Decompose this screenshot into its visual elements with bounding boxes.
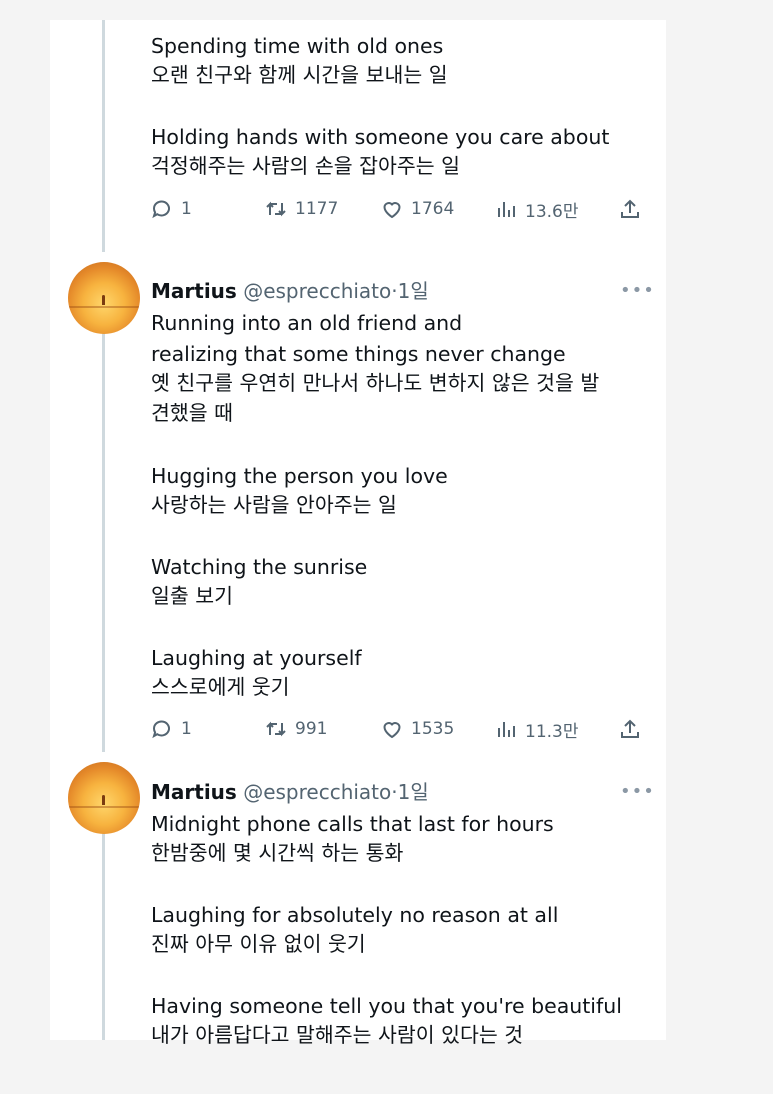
tweet-text-line: Midnight phone calls that last for hours xyxy=(151,812,554,836)
tweet-action-bar: 1 1177 1764 13.6만 xyxy=(50,194,666,224)
share-upload-icon xyxy=(621,719,639,738)
views-button[interactable]: 11.3만 xyxy=(494,714,579,744)
retweet-count: 991 xyxy=(295,719,328,739)
tweet-text-line: Laughing for absolutely no reason at all xyxy=(151,903,559,927)
retweet-button[interactable]: 1177 xyxy=(264,194,338,224)
tweet-text-line: 내가 아름답다고 말해주는 사람이 있다는 것 xyxy=(151,1023,524,1047)
tweet[interactable]: Martius @esprecchiato·1일 ••• Running int… xyxy=(50,250,666,742)
tweet-text-line: 일출 보기 xyxy=(151,584,233,608)
tweet[interactable]: Martius @esprecchiato·1일 ••• Midnight ph… xyxy=(50,750,666,1047)
tweet-text-line: Watching the sunrise xyxy=(151,555,368,579)
like-button[interactable]: 1764 xyxy=(380,194,454,224)
more-dots-icon[interactable]: ••• xyxy=(620,781,655,802)
heart-icon xyxy=(383,722,401,739)
tweet-text-line: Running into an old friend and xyxy=(151,311,463,335)
avatar-figure xyxy=(102,295,105,305)
avatar-horizon xyxy=(68,806,140,808)
retweet-count: 1177 xyxy=(295,199,339,219)
tweet-text-line: Having someone tell you that you're beau… xyxy=(151,994,622,1018)
tweet-text-line: Laughing at yourself xyxy=(151,646,362,670)
tweet-text-line: 사랑하는 사람을 안아주는 일 xyxy=(151,493,397,517)
heart-icon xyxy=(383,202,401,219)
tweet-text-line: realizing that some things never change xyxy=(151,342,566,366)
views-count: 11.3만 xyxy=(525,721,579,742)
speech-bubble-icon xyxy=(152,200,170,219)
share-upload-icon xyxy=(621,199,639,218)
reply-button[interactable]: 1 xyxy=(150,194,192,224)
bar-chart-icon xyxy=(498,722,515,737)
tweet-text-line: Hugging the person you love xyxy=(151,464,448,488)
author-handle[interactable]: @esprecchiato xyxy=(243,780,391,804)
tweet-header: Martius @esprecchiato·1일 xyxy=(151,278,429,304)
author-name[interactable]: Martius xyxy=(151,780,237,804)
views-count: 13.6만 xyxy=(525,201,579,222)
reply-button[interactable]: 1 xyxy=(150,714,192,744)
views-button[interactable]: 13.6만 xyxy=(494,194,579,224)
tweet-text-line: 오랜 친구와 함께 시간을 보내는 일 xyxy=(151,63,448,87)
tweet-text-line: Spending time with old ones xyxy=(151,34,444,58)
tweet-text-line: 한밤중에 몇 시간씩 하는 통화 xyxy=(151,841,404,865)
like-button[interactable]: 1535 xyxy=(380,714,454,744)
retweet-arrows-icon xyxy=(266,721,286,737)
tweet-text-line: 옛 친구를 우연히 만나서 하나도 변하지 않은 것을 발 xyxy=(151,371,600,395)
like-count: 1764 xyxy=(411,199,455,219)
tweet-text-line: Holding hands with someone you care abou… xyxy=(151,125,610,149)
tweet-text-line: 진짜 아무 이유 없이 웃기 xyxy=(151,932,366,956)
like-count: 1535 xyxy=(411,719,455,739)
author-handle[interactable]: @esprecchiato xyxy=(243,279,391,303)
share-button[interactable] xyxy=(618,194,642,224)
author-name[interactable]: Martius xyxy=(151,279,237,303)
tweet-text-line: 견했을 때 xyxy=(151,401,233,425)
more-dots-icon[interactable]: ••• xyxy=(620,280,655,301)
tweet-action-bar: 1 991 1535 11.3만 xyxy=(50,714,666,744)
avatar-figure xyxy=(102,795,105,805)
avatar[interactable] xyxy=(68,762,140,834)
reply-count: 1 xyxy=(181,719,192,739)
bar-chart-icon xyxy=(498,202,515,217)
speech-bubble-icon xyxy=(152,720,170,739)
retweet-button[interactable]: 991 xyxy=(264,714,327,744)
tweet-timestamp[interactable]: 1일 xyxy=(398,279,429,303)
reply-count: 1 xyxy=(181,199,192,219)
share-button[interactable] xyxy=(618,714,642,744)
tweet-header: Martius @esprecchiato·1일 xyxy=(151,779,429,805)
tweet-text-line: 걱정해주는 사람의 손을 잡아주는 일 xyxy=(151,154,460,178)
retweet-arrows-icon xyxy=(266,201,286,217)
thread-card: Spending time with old ones 오랜 친구와 함께 시간… xyxy=(50,20,666,1047)
tweet[interactable]: Spending time with old ones 오랜 친구와 함께 시간… xyxy=(50,20,666,240)
avatar[interactable] xyxy=(68,262,140,334)
tweet-timestamp[interactable]: 1일 xyxy=(398,780,429,804)
avatar-horizon xyxy=(68,306,140,308)
tweet-text-line: 스스로에게 웃기 xyxy=(151,675,290,699)
